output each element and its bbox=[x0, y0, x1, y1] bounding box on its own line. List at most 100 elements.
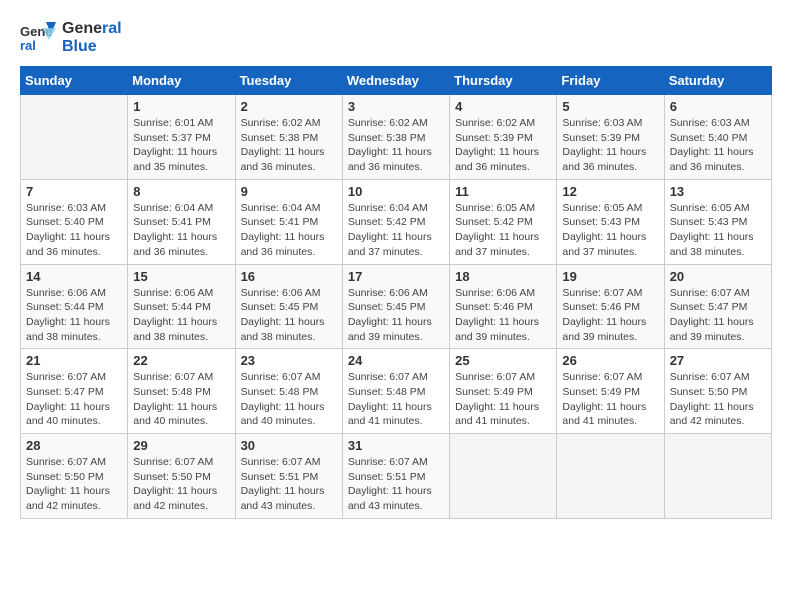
calendar-cell: 16 Sunrise: 6:06 AM Sunset: 5:45 PM Dayli… bbox=[235, 264, 342, 349]
calendar-cell: 15 Sunrise: 6:06 AM Sunset: 5:44 PM Dayli… bbox=[128, 264, 235, 349]
calendar-cell bbox=[21, 95, 128, 180]
calendar-cell: 17Sunrise: 6:06 AM Sunset: 5:45 PM Dayli… bbox=[342, 264, 449, 349]
header-day-tuesday: Tuesday bbox=[235, 67, 342, 95]
calendar-cell: 9 Sunrise: 6:04 AM Sunset: 5:41 PM Daylig… bbox=[235, 179, 342, 264]
calendar-cell: 12 Sunrise: 6:05 AM Sunset: 5:43 PM Dayli… bbox=[557, 179, 664, 264]
calendar-cell bbox=[450, 434, 557, 519]
day-info: Sunrise: 6:06 AM Sunset: 5:45 PM Dayligh… bbox=[241, 286, 337, 345]
day-info: Sunrise: 6:07 AM Sunset: 5:48 PM Dayligh… bbox=[348, 370, 444, 429]
calendar-cell: 18 Sunrise: 6:06 AM Sunset: 5:46 PM Dayli… bbox=[450, 264, 557, 349]
day-number: 5 bbox=[562, 99, 658, 114]
calendar-cell: 27 Sunrise: 6:07 AM Sunset: 5:50 PM Dayli… bbox=[664, 349, 771, 434]
day-info: Sunrise: 6:03 AM Sunset: 5:39 PM Dayligh… bbox=[562, 116, 658, 175]
calendar-cell: 8 Sunrise: 6:04 AM Sunset: 5:41 PM Daylig… bbox=[128, 179, 235, 264]
day-number: 31 bbox=[348, 438, 444, 453]
calendar-cell: 6 Sunrise: 6:03 AM Sunset: 5:40 PM Daylig… bbox=[664, 95, 771, 180]
day-info: Sunrise: 6:07 AM Sunset: 5:48 PM Dayligh… bbox=[241, 370, 337, 429]
calendar-cell: 1Sunrise: 6:01 AM Sunset: 5:37 PM Daylig… bbox=[128, 95, 235, 180]
day-number: 26 bbox=[562, 353, 658, 368]
day-info: Sunrise: 6:05 AM Sunset: 5:43 PM Dayligh… bbox=[670, 201, 766, 260]
day-info: Sunrise: 6:04 AM Sunset: 5:42 PM Dayligh… bbox=[348, 201, 444, 260]
calendar-cell: 26Sunrise: 6:07 AM Sunset: 5:49 PM Dayli… bbox=[557, 349, 664, 434]
week-row-5: 28Sunrise: 6:07 AM Sunset: 5:50 PM Dayli… bbox=[21, 434, 772, 519]
calendar-cell: 23 Sunrise: 6:07 AM Sunset: 5:48 PM Dayli… bbox=[235, 349, 342, 434]
day-number: 27 bbox=[670, 353, 766, 368]
day-info: Sunrise: 6:03 AM Sunset: 5:40 PM Dayligh… bbox=[670, 116, 766, 175]
day-info: Sunrise: 6:07 AM Sunset: 5:51 PM Dayligh… bbox=[348, 455, 444, 514]
header-day-thursday: Thursday bbox=[450, 67, 557, 95]
calendar-cell: 5 Sunrise: 6:03 AM Sunset: 5:39 PM Daylig… bbox=[557, 95, 664, 180]
logo-blue-text: Blue bbox=[62, 38, 122, 56]
calendar-cell: 13 Sunrise: 6:05 AM Sunset: 5:43 PM Dayli… bbox=[664, 179, 771, 264]
day-number: 3 bbox=[348, 99, 444, 114]
day-number: 14 bbox=[26, 269, 122, 284]
calendar-cell: 24 Sunrise: 6:07 AM Sunset: 5:48 PM Dayli… bbox=[342, 349, 449, 434]
day-number: 19 bbox=[562, 269, 658, 284]
calendar-cell: 11Sunrise: 6:05 AM Sunset: 5:42 PM Dayli… bbox=[450, 179, 557, 264]
day-number: 6 bbox=[670, 99, 766, 114]
day-info: Sunrise: 6:07 AM Sunset: 5:46 PM Dayligh… bbox=[562, 286, 658, 345]
day-number: 10 bbox=[348, 184, 444, 199]
calendar-cell: 14 Sunrise: 6:06 AM Sunset: 5:44 PM Dayli… bbox=[21, 264, 128, 349]
calendar-cell bbox=[664, 434, 771, 519]
week-row-1: 1Sunrise: 6:01 AM Sunset: 5:37 PM Daylig… bbox=[21, 95, 772, 180]
page-header: Gene ral General Blue bbox=[20, 20, 772, 56]
day-info: Sunrise: 6:04 AM Sunset: 5:41 PM Dayligh… bbox=[133, 201, 229, 260]
day-info: Sunrise: 6:03 AM Sunset: 5:40 PM Dayligh… bbox=[26, 201, 122, 260]
calendar-cell: 3 Sunrise: 6:02 AM Sunset: 5:38 PM Daylig… bbox=[342, 95, 449, 180]
calendar-cell: 31 Sunrise: 6:07 AM Sunset: 5:51 PM Dayli… bbox=[342, 434, 449, 519]
week-row-4: 21Sunrise: 6:07 AM Sunset: 5:47 PM Dayli… bbox=[21, 349, 772, 434]
day-number: 23 bbox=[241, 353, 337, 368]
calendar-cell: 4 Sunrise: 6:02 AM Sunset: 5:39 PM Daylig… bbox=[450, 95, 557, 180]
day-number: 4 bbox=[455, 99, 551, 114]
day-number: 11 bbox=[455, 184, 551, 199]
day-info: Sunrise: 6:06 AM Sunset: 5:45 PM Dayligh… bbox=[348, 286, 444, 345]
calendar-cell: 30 Sunrise: 6:07 AM Sunset: 5:51 PM Dayli… bbox=[235, 434, 342, 519]
calendar-cell: 7Sunrise: 6:03 AM Sunset: 5:40 PM Daylig… bbox=[21, 179, 128, 264]
day-number: 9 bbox=[241, 184, 337, 199]
day-info: Sunrise: 6:06 AM Sunset: 5:44 PM Dayligh… bbox=[133, 286, 229, 345]
calendar-cell: 22Sunrise: 6:07 AM Sunset: 5:48 PM Dayli… bbox=[128, 349, 235, 434]
header-day-saturday: Saturday bbox=[664, 67, 771, 95]
header-day-sunday: Sunday bbox=[21, 67, 128, 95]
day-number: 2 bbox=[241, 99, 337, 114]
day-info: Sunrise: 6:02 AM Sunset: 5:38 PM Dayligh… bbox=[348, 116, 444, 175]
day-number: 24 bbox=[348, 353, 444, 368]
header-row: SundayMondayTuesdayWednesdayThursdayFrid… bbox=[21, 67, 772, 95]
day-number: 15 bbox=[133, 269, 229, 284]
day-number: 29 bbox=[133, 438, 229, 453]
calendar-cell: 10 Sunrise: 6:04 AM Sunset: 5:42 PM Dayli… bbox=[342, 179, 449, 264]
calendar-cell: 29 Sunrise: 6:07 AM Sunset: 5:50 PM Dayli… bbox=[128, 434, 235, 519]
day-number: 12 bbox=[562, 184, 658, 199]
logo-general: General bbox=[62, 20, 122, 38]
calendar-cell: 21Sunrise: 6:07 AM Sunset: 5:47 PM Dayli… bbox=[21, 349, 128, 434]
day-info: Sunrise: 6:05 AM Sunset: 5:43 PM Dayligh… bbox=[562, 201, 658, 260]
day-number: 8 bbox=[133, 184, 229, 199]
day-info: Sunrise: 6:06 AM Sunset: 5:46 PM Dayligh… bbox=[455, 286, 551, 345]
day-number: 30 bbox=[241, 438, 337, 453]
day-number: 25 bbox=[455, 353, 551, 368]
day-number: 20 bbox=[670, 269, 766, 284]
calendar-cell: 25 Sunrise: 6:07 AM Sunset: 5:49 PM Dayli… bbox=[450, 349, 557, 434]
calendar-cell bbox=[557, 434, 664, 519]
day-number: 13 bbox=[670, 184, 766, 199]
svg-text:ral: ral bbox=[20, 38, 36, 53]
day-info: Sunrise: 6:07 AM Sunset: 5:51 PM Dayligh… bbox=[241, 455, 337, 514]
calendar-cell: 20Sunrise: 6:07 AM Sunset: 5:47 PM Dayli… bbox=[664, 264, 771, 349]
week-row-2: 7Sunrise: 6:03 AM Sunset: 5:40 PM Daylig… bbox=[21, 179, 772, 264]
calendar-cell: 19 Sunrise: 6:07 AM Sunset: 5:46 PM Dayli… bbox=[557, 264, 664, 349]
day-number: 16 bbox=[241, 269, 337, 284]
day-info: Sunrise: 6:07 AM Sunset: 5:50 PM Dayligh… bbox=[133, 455, 229, 514]
day-info: Sunrise: 6:07 AM Sunset: 5:49 PM Dayligh… bbox=[455, 370, 551, 429]
logo-svg: Gene ral bbox=[20, 20, 56, 56]
day-info: Sunrise: 6:07 AM Sunset: 5:48 PM Dayligh… bbox=[133, 370, 229, 429]
day-info: Sunrise: 6:07 AM Sunset: 5:50 PM Dayligh… bbox=[670, 370, 766, 429]
day-info: Sunrise: 6:02 AM Sunset: 5:38 PM Dayligh… bbox=[241, 116, 337, 175]
day-number: 18 bbox=[455, 269, 551, 284]
day-info: Sunrise: 6:01 AM Sunset: 5:37 PM Dayligh… bbox=[133, 116, 229, 175]
day-info: Sunrise: 6:06 AM Sunset: 5:44 PM Dayligh… bbox=[26, 286, 122, 345]
day-info: Sunrise: 6:04 AM Sunset: 5:41 PM Dayligh… bbox=[241, 201, 337, 260]
day-number: 21 bbox=[26, 353, 122, 368]
header-day-wednesday: Wednesday bbox=[342, 67, 449, 95]
day-info: Sunrise: 6:02 AM Sunset: 5:39 PM Dayligh… bbox=[455, 116, 551, 175]
